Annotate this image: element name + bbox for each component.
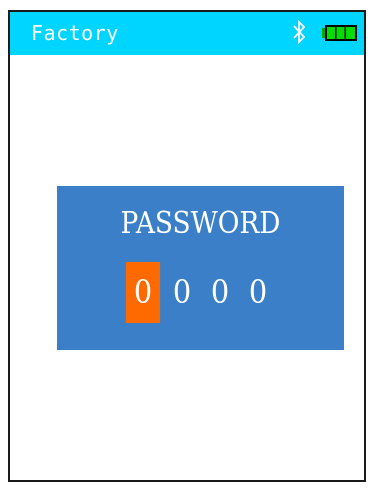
battery-full-icon [322,25,357,41]
device-screen: Factory PASSWORD 0 0 0 0 [8,10,366,482]
password-digit-4[interactable]: 0 [241,262,275,323]
status-bar: Factory [10,12,364,55]
password-digit-3[interactable]: 0 [203,262,237,323]
password-digit-2[interactable]: 0 [165,262,199,323]
password-dialog: PASSWORD 0 0 0 0 [57,186,344,350]
screen-title: Factory [31,21,119,45]
password-title: PASSWORD [120,206,281,241]
bluetooth-icon [293,20,306,44]
password-digit-1[interactable]: 0 [125,262,161,323]
